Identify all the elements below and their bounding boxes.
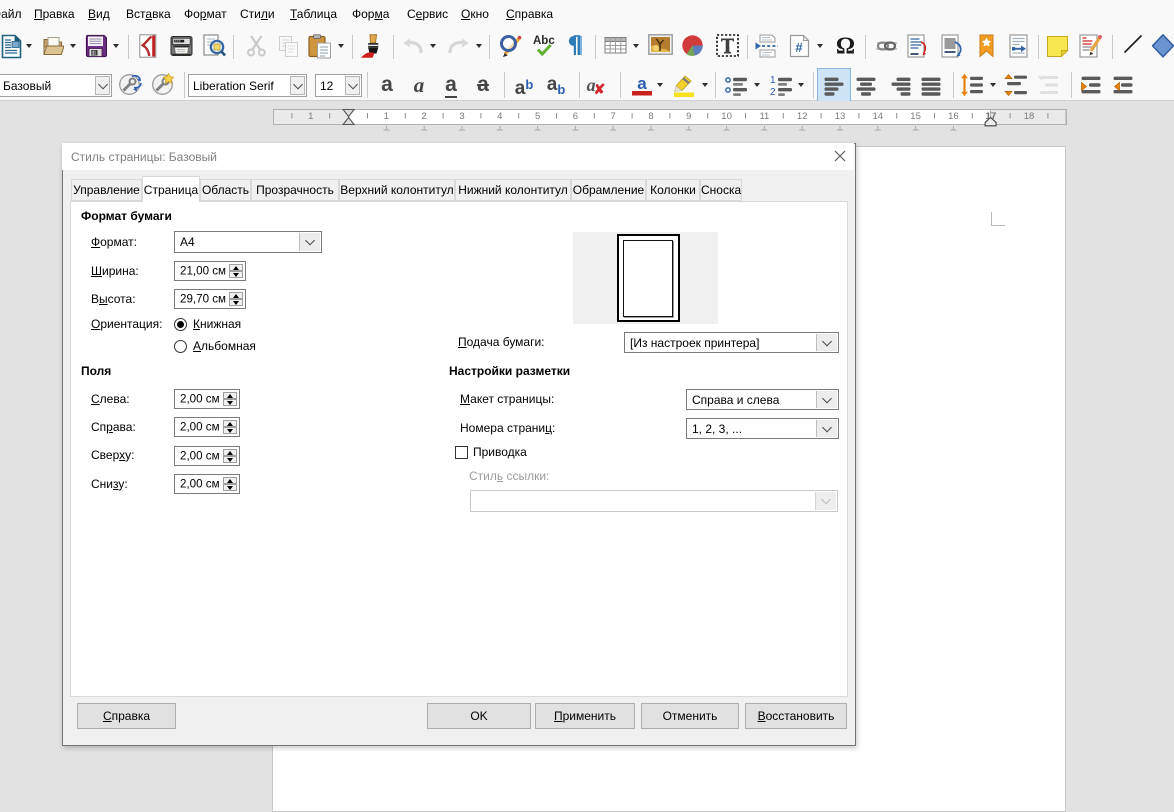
svg-text:12: 12 (797, 111, 808, 122)
svg-text:15: 15 (910, 111, 921, 122)
svg-text:a: a (637, 74, 647, 93)
svg-text:1: 1 (308, 111, 313, 122)
svg-text:13: 13 (835, 111, 846, 122)
svg-text:6: 6 (573, 111, 578, 122)
svg-text:11: 11 (759, 111, 769, 122)
svg-text:14: 14 (873, 111, 884, 122)
svg-text:Abc: Abc (533, 35, 555, 47)
svg-text:1: 1 (770, 75, 776, 86)
svg-text:#: # (795, 40, 803, 55)
svg-text:1: 1 (384, 111, 389, 122)
svg-text:5: 5 (535, 111, 540, 122)
svg-text:4: 4 (497, 111, 502, 122)
svg-text:10: 10 (721, 111, 732, 122)
svg-text:17: 17 (985, 111, 996, 122)
svg-text:2: 2 (422, 111, 427, 122)
svg-text:16: 16 (948, 111, 959, 122)
svg-text:18: 18 (1024, 111, 1035, 122)
svg-text:8: 8 (648, 111, 653, 122)
svg-text:9: 9 (686, 111, 691, 122)
svg-text:3: 3 (459, 111, 464, 122)
svg-text:2: 2 (770, 87, 776, 97)
svg-text:7: 7 (611, 111, 616, 122)
svg-text:Ω: Ω (836, 34, 855, 58)
